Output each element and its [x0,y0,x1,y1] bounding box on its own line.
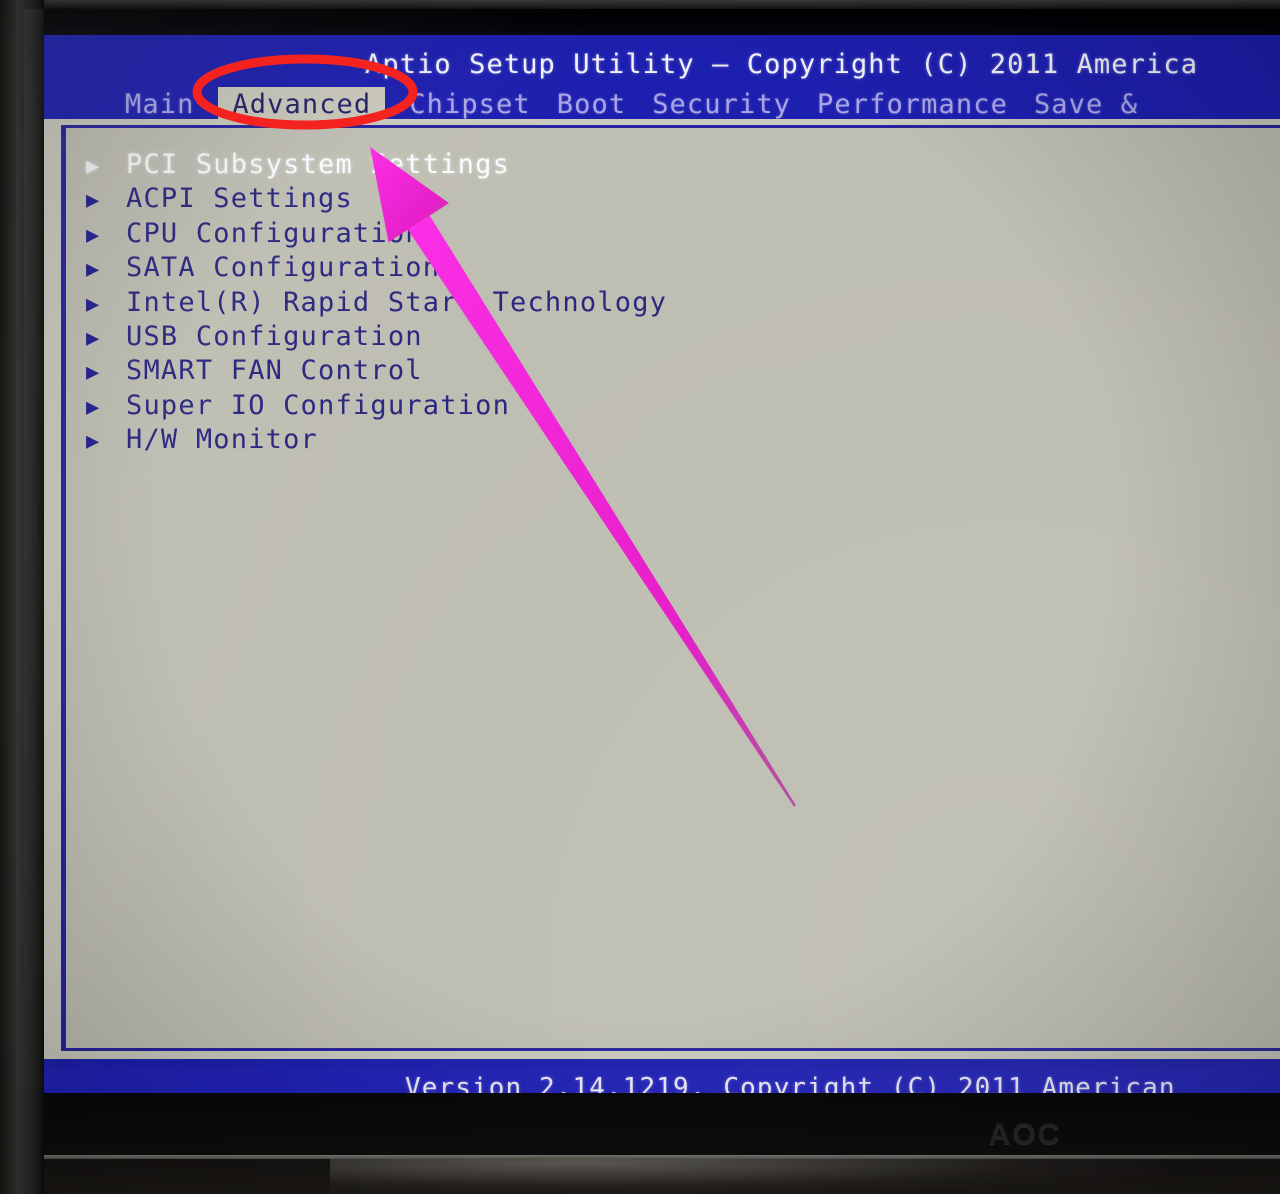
monitor-screen: Aptio Setup Utility – Copyright (C) 2011… [24,9,1280,1093]
submenu-caret-icon: ▶ [86,394,101,420]
submenu-caret-icon: ▶ [86,188,101,214]
submenu-caret-icon: ▶ [86,325,101,351]
menu-item-super-io-configuration[interactable]: ▶ Super IO Configuration [78,389,1178,423]
tab-performance[interactable]: Performance [815,87,1010,122]
bios-content-outer-frame: ▶ PCI Subsystem Settings ▶ ACPI Settings ▶ CP… [43,119,1280,1059]
menu-item-label: Super IO Configuration [126,389,511,421]
menu-item-smart-fan-control[interactable]: ▶ SMART FAN Control [78,354,1178,388]
monitor-top-bezel [0,0,1280,9]
tab-boot[interactable]: Boot [555,87,628,122]
menu-item-intel-r-rapid-start-technology[interactable]: ▶ Intel(R) Rapid Start Technology [78,286,1178,320]
submenu-caret-icon: ▶ [86,291,101,317]
advanced-menu-list: ▶ PCI Subsystem Settings ▶ ACPI Settings ▶ CP… [78,148,1178,458]
menu-item-h-w-monitor[interactable]: ▶ H/W Monitor [78,423,1178,457]
submenu-caret-icon: ▶ [86,360,101,386]
tab-save[interactable]: Save & [1032,87,1140,122]
menu-item-label: PCI Subsystem Settings [126,149,511,180]
bios-setup-screen: Aptio Setup Utility – Copyright (C) 2011… [29,35,1280,1093]
menu-item-label: USB Configuration [126,320,423,352]
menu-item-cpu-configuration[interactable]: ▶ CPU Configuration [78,217,1178,251]
menu-item-usb-configuration[interactable]: ▶ USB Configuration [78,320,1178,354]
submenu-caret-icon: ▶ [86,154,101,179]
menu-item-acpi-settings[interactable]: ▶ ACPI Settings [78,182,1178,216]
bios-version-text: Version 2.14.1219. Copyright (C) 2011 Am… [405,1073,1176,1093]
monitor-left-bezel-outer [0,0,16,1194]
desk-reflection [330,1159,1160,1194]
menu-item-label: SATA Configuration [126,252,441,284]
menu-item-label: CPU Configuration [126,217,423,249]
submenu-caret-icon: ▶ [86,222,101,248]
tab-advanced[interactable]: Advanced [218,87,386,122]
bios-menubar: Main Advanced Chipset Boot Security Performan… [29,87,1280,123]
menu-item-label: H/W Monitor [126,424,319,456]
submenu-caret-icon: ▶ [86,429,101,455]
menu-item-label: SMART FAN Control [126,355,423,387]
screenshot-root: AOC Aptio Setup Utility – Copyright (C) … [0,0,1280,1194]
submenu-caret-icon: ▶ [86,257,101,283]
tab-chipset[interactable]: Chipset [407,87,533,122]
tab-main[interactable]: Main [123,87,196,122]
menu-item-label: ACPI Settings [126,183,353,215]
menu-item-label: Intel(R) Rapid Start Technology [126,286,668,318]
tab-security[interactable]: Security [650,87,793,122]
screen-top-black-band [24,9,1280,35]
menu-item-pci-subsystem-settings[interactable]: ▶ PCI Subsystem Settings [78,148,1178,182]
bios-title: Aptio Setup Utility – Copyright (C) 2011… [365,49,1199,80]
bios-content-panel: ▶ PCI Subsystem Settings ▶ ACPI Settings ▶ CP… [61,125,1280,1051]
menu-item-sata-configuration[interactable]: ▶ SATA Configuration [78,251,1178,285]
monitor-brand-logo: AOC [988,1118,1062,1151]
